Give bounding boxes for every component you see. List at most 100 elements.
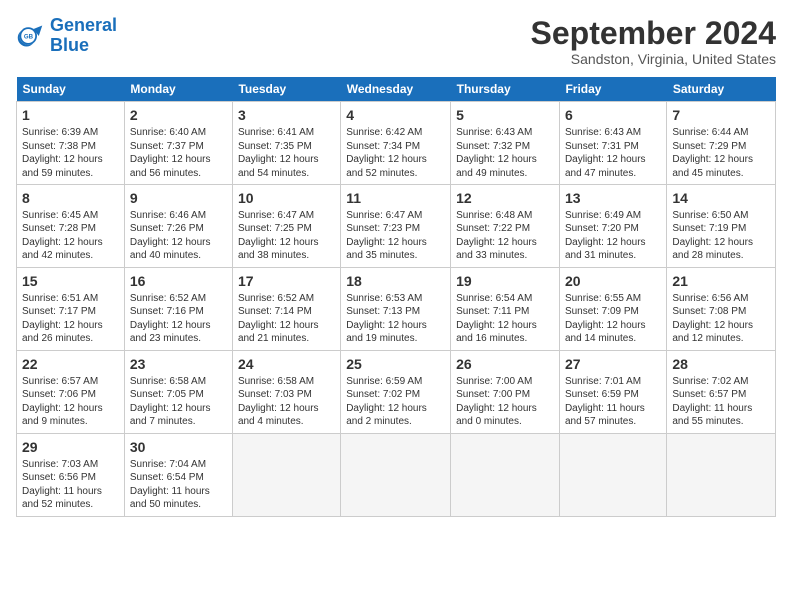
- day-info: and 45 minutes.: [672, 167, 770, 181]
- day-info: Sunset: 6:59 PM: [565, 388, 661, 402]
- day-info: Daylight: 12 hours: [346, 236, 445, 250]
- day-info: Sunset: 7:23 PM: [346, 222, 445, 236]
- day-info: Daylight: 12 hours: [456, 236, 554, 250]
- week-row-5: 29Sunrise: 7:03 AMSunset: 6:56 PMDayligh…: [17, 433, 776, 516]
- logo: GB General Blue: [16, 16, 117, 56]
- day-info: Sunrise: 6:40 AM: [130, 126, 227, 140]
- day-number: 29: [22, 438, 119, 457]
- page: GB General Blue September 2024 Sandston,…: [0, 0, 792, 527]
- col-header-sunday: Sunday: [17, 77, 125, 102]
- calendar-cell: [232, 433, 340, 516]
- calendar-cell: 30Sunrise: 7:04 AMSunset: 6:54 PMDayligh…: [124, 433, 232, 516]
- calendar-cell: 28Sunrise: 7:02 AMSunset: 6:57 PMDayligh…: [667, 350, 776, 433]
- day-info: Sunset: 7:00 PM: [456, 388, 554, 402]
- day-info: Daylight: 12 hours: [238, 236, 335, 250]
- col-header-thursday: Thursday: [451, 77, 560, 102]
- title-block: September 2024 Sandston, Virginia, Unite…: [531, 16, 776, 67]
- calendar-cell: 2Sunrise: 6:40 AMSunset: 7:37 PMDaylight…: [124, 102, 232, 185]
- day-info: and 26 minutes.: [22, 332, 119, 346]
- day-info: Sunrise: 6:43 AM: [456, 126, 554, 140]
- day-info: and 59 minutes.: [22, 167, 119, 181]
- day-info: Sunset: 6:57 PM: [672, 388, 770, 402]
- day-info: Sunrise: 7:00 AM: [456, 375, 554, 389]
- day-info: Sunset: 7:03 PM: [238, 388, 335, 402]
- day-info: and 52 minutes.: [22, 498, 119, 512]
- day-info: and 28 minutes.: [672, 249, 770, 263]
- day-info: Sunrise: 6:49 AM: [565, 209, 661, 223]
- week-row-3: 15Sunrise: 6:51 AMSunset: 7:17 PMDayligh…: [17, 267, 776, 350]
- day-info: Sunrise: 6:54 AM: [456, 292, 554, 306]
- day-info: Sunrise: 7:01 AM: [565, 375, 661, 389]
- calendar-cell: 4Sunrise: 6:42 AMSunset: 7:34 PMDaylight…: [341, 102, 451, 185]
- day-info: Sunset: 7:32 PM: [456, 140, 554, 154]
- day-info: and 12 minutes.: [672, 332, 770, 346]
- day-number: 8: [22, 189, 119, 208]
- day-info: Sunrise: 6:39 AM: [22, 126, 119, 140]
- day-info: and 21 minutes.: [238, 332, 335, 346]
- day-info: and 31 minutes.: [565, 249, 661, 263]
- day-info: and 4 minutes.: [238, 415, 335, 429]
- day-number: 7: [672, 106, 770, 125]
- day-info: Daylight: 12 hours: [130, 402, 227, 416]
- day-info: Sunrise: 6:52 AM: [238, 292, 335, 306]
- calendar-cell: 27Sunrise: 7:01 AMSunset: 6:59 PMDayligh…: [559, 350, 666, 433]
- day-info: and 33 minutes.: [456, 249, 554, 263]
- day-number: 13: [565, 189, 661, 208]
- day-number: 17: [238, 272, 335, 291]
- calendar-cell: 18Sunrise: 6:53 AMSunset: 7:13 PMDayligh…: [341, 267, 451, 350]
- day-info: and 54 minutes.: [238, 167, 335, 181]
- calendar-cell: 3Sunrise: 6:41 AMSunset: 7:35 PMDaylight…: [232, 102, 340, 185]
- calendar-cell: 25Sunrise: 6:59 AMSunset: 7:02 PMDayligh…: [341, 350, 451, 433]
- calendar-cell: [341, 433, 451, 516]
- day-info: Sunset: 7:34 PM: [346, 140, 445, 154]
- day-info: Sunset: 7:17 PM: [22, 305, 119, 319]
- calendar-cell: 12Sunrise: 6:48 AMSunset: 7:22 PMDayligh…: [451, 185, 560, 268]
- calendar-cell: 20Sunrise: 6:55 AMSunset: 7:09 PMDayligh…: [559, 267, 666, 350]
- day-info: Sunrise: 6:48 AM: [456, 209, 554, 223]
- calendar-cell: 14Sunrise: 6:50 AMSunset: 7:19 PMDayligh…: [667, 185, 776, 268]
- day-number: 30: [130, 438, 227, 457]
- day-info: and 19 minutes.: [346, 332, 445, 346]
- calendar-cell: 11Sunrise: 6:47 AMSunset: 7:23 PMDayligh…: [341, 185, 451, 268]
- calendar-cell: [667, 433, 776, 516]
- day-number: 5: [456, 106, 554, 125]
- day-info: and 14 minutes.: [565, 332, 661, 346]
- calendar-cell: 22Sunrise: 6:57 AMSunset: 7:06 PMDayligh…: [17, 350, 125, 433]
- day-info: Daylight: 12 hours: [130, 236, 227, 250]
- day-info: Sunset: 7:08 PM: [672, 305, 770, 319]
- day-info: Sunset: 7:22 PM: [456, 222, 554, 236]
- day-info: and 50 minutes.: [130, 498, 227, 512]
- week-row-1: 1Sunrise: 6:39 AMSunset: 7:38 PMDaylight…: [17, 102, 776, 185]
- calendar-cell: [559, 433, 666, 516]
- day-info: Daylight: 12 hours: [346, 402, 445, 416]
- day-info: Sunrise: 6:47 AM: [346, 209, 445, 223]
- day-number: 27: [565, 355, 661, 374]
- col-header-monday: Monday: [124, 77, 232, 102]
- day-number: 22: [22, 355, 119, 374]
- day-info: Sunrise: 7:02 AM: [672, 375, 770, 389]
- calendar-cell: 1Sunrise: 6:39 AMSunset: 7:38 PMDaylight…: [17, 102, 125, 185]
- day-number: 18: [346, 272, 445, 291]
- calendar-cell: [451, 433, 560, 516]
- day-info: Sunrise: 6:55 AM: [565, 292, 661, 306]
- day-info: Daylight: 11 hours: [22, 485, 119, 499]
- day-info: Daylight: 12 hours: [346, 153, 445, 167]
- day-info: Sunrise: 6:46 AM: [130, 209, 227, 223]
- day-number: 2: [130, 106, 227, 125]
- day-info: Sunrise: 6:57 AM: [22, 375, 119, 389]
- day-info: Sunset: 7:37 PM: [130, 140, 227, 154]
- day-info: Daylight: 12 hours: [22, 153, 119, 167]
- day-info: Sunset: 7:02 PM: [346, 388, 445, 402]
- day-info: Sunset: 7:38 PM: [22, 140, 119, 154]
- day-number: 1: [22, 106, 119, 125]
- day-info: Daylight: 12 hours: [238, 153, 335, 167]
- day-info: Sunrise: 6:56 AM: [672, 292, 770, 306]
- day-info: Daylight: 12 hours: [672, 153, 770, 167]
- day-info: Sunset: 7:20 PM: [565, 222, 661, 236]
- logo-text: General Blue: [50, 16, 117, 56]
- day-number: 19: [456, 272, 554, 291]
- day-number: 14: [672, 189, 770, 208]
- day-info: and 38 minutes.: [238, 249, 335, 263]
- day-info: Sunrise: 7:03 AM: [22, 458, 119, 472]
- day-info: Daylight: 12 hours: [456, 153, 554, 167]
